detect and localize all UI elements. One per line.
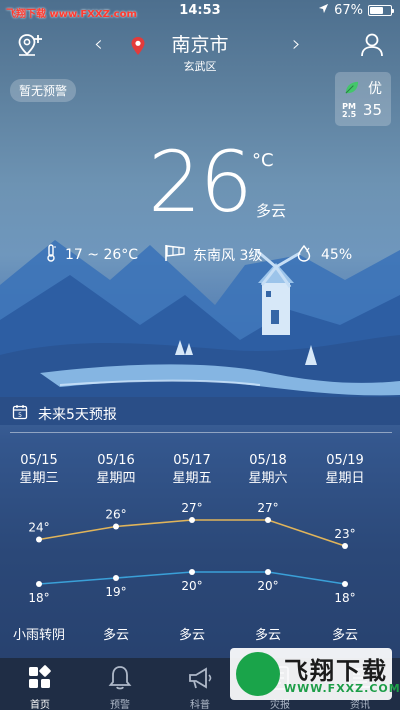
humidity-drop-icon	[296, 244, 314, 266]
current-condition: 多云	[256, 202, 287, 220]
forecast-day[interactable]: 05/16 星期四	[78, 452, 154, 488]
battery-icon	[368, 5, 394, 16]
location-arrow-icon	[318, 3, 329, 18]
pollutant-label: PM 2.5	[342, 102, 357, 119]
low-temp-label: 20°	[181, 579, 202, 593]
next-city-button[interactable]: ›	[292, 32, 301, 57]
high-temp-point	[113, 523, 119, 530]
watermark-logo-name: 飞翔下载	[284, 657, 388, 685]
wind-value: 东南风 3级	[193, 248, 263, 264]
low-temp-point	[265, 569, 271, 575]
forecast-condition: 多云	[178, 628, 205, 643]
forecast-date: 05/15	[20, 453, 58, 468]
bell-icon	[106, 664, 134, 696]
watermark-logo: 飞翔下载 WWW.FXXZ.COM	[230, 648, 400, 700]
forecast-date: 05/18	[249, 453, 287, 468]
high-temp-label: 27°	[257, 501, 278, 515]
high-temp-label: 26°	[105, 508, 126, 522]
humidity-value: 45%	[321, 247, 353, 263]
low-temp-point	[189, 569, 195, 575]
low-temp-label: 20°	[257, 579, 278, 593]
city-selector[interactable]: 南京市 玄武区	[0, 30, 400, 74]
thermometer-icon	[44, 244, 58, 266]
temp-range-stat: 17 ~ 26°C	[44, 244, 138, 266]
low-temp-label: 18°	[28, 591, 49, 605]
status-bar: 14:53 67%	[0, 0, 400, 22]
forecast-weekday: 星期六	[248, 471, 288, 486]
header: ‹ 南京市 玄武区 ›	[0, 26, 400, 74]
wind-flag-icon	[164, 244, 186, 266]
low-temp-label: 18°	[334, 591, 355, 605]
high-temp-point	[265, 517, 271, 523]
battery-percent: 67%	[334, 3, 363, 18]
forecast-weekday: 星期日	[325, 471, 365, 486]
forecast-condition: 多云	[102, 628, 129, 643]
forecast-day[interactable]: 05/19 星期日	[307, 452, 383, 488]
high-temp-point	[36, 536, 42, 543]
tab-label: 科普	[190, 700, 210, 710]
humidity-stat: 45%	[296, 244, 352, 266]
current-temperature: 26	[148, 133, 253, 231]
forecast-date: 05/17	[173, 453, 211, 468]
tab-label: 首页	[30, 700, 50, 710]
forecast-title: 未来5天预报	[38, 407, 117, 423]
forecast-date: 05/16	[97, 453, 135, 468]
city-name: 南京市	[171, 34, 229, 56]
alert-badge[interactable]: 暂无预警	[10, 79, 77, 102]
forecast-weekday: 星期四	[96, 471, 136, 486]
forecast-divider	[10, 432, 392, 433]
aqi-value: 35	[362, 101, 382, 119]
forecast-weekday: 星期三	[19, 471, 59, 486]
user-profile-icon[interactable]	[360, 32, 384, 62]
forecast-weekday: 星期五	[172, 471, 212, 486]
temperature-trend-chart: 24° 26° 27° 27° 23° 18° 19° 20° 20° 18°	[28, 501, 355, 605]
forecast-header: 5 未来5天预报	[12, 404, 117, 424]
temp-range-value: 17 ~ 26°C	[65, 247, 139, 263]
high-temp-point	[342, 543, 348, 549]
home-grid-icon	[26, 664, 54, 696]
aqi-level: 优	[368, 81, 382, 97]
forecast-date: 05/19	[326, 453, 364, 468]
high-temp-label: 24°	[28, 521, 49, 535]
forecast-day[interactable]: 05/17 星期五	[154, 452, 230, 488]
status-right: 67%	[318, 3, 394, 18]
high-temp-line	[38, 519, 346, 547]
low-temp-point	[113, 575, 119, 581]
weather-stats: 17 ~ 26°C 东南风 3级 45%	[0, 244, 400, 264]
low-temp-point	[342, 581, 348, 587]
tab-label: 预警	[110, 700, 130, 710]
forecast-condition: 小雨转阴	[12, 628, 65, 643]
high-temp-label: 27°	[181, 501, 202, 515]
low-temp-point	[36, 581, 42, 587]
tab-home[interactable]: 首页	[0, 658, 80, 710]
temperature-unit: °C	[252, 150, 274, 171]
watermark-logo-url: WWW.FXXZ.COM	[284, 682, 400, 695]
high-temp-point	[189, 517, 195, 523]
calendar-icon: 5	[12, 404, 28, 424]
forecast-day[interactable]: 05/18 星期六	[230, 452, 306, 488]
high-temp-label: 23°	[334, 527, 355, 541]
forecast-condition: 多云	[254, 628, 281, 643]
tab-science[interactable]: 科普	[160, 658, 240, 710]
leaf-icon	[344, 80, 359, 99]
megaphone-icon	[186, 664, 214, 696]
forecast-day[interactable]: 05/15 星期三	[1, 452, 77, 488]
wind-stat: 东南风 3级	[164, 244, 262, 266]
svg-text:5: 5	[18, 412, 22, 419]
watermark-logo-mark	[236, 652, 280, 696]
aqi-panel[interactable]: 优 PM 2.5 35	[335, 72, 391, 126]
forecast-condition: 多云	[331, 628, 358, 643]
tab-warning[interactable]: 预警	[80, 658, 160, 710]
low-temp-label: 19°	[105, 585, 126, 599]
